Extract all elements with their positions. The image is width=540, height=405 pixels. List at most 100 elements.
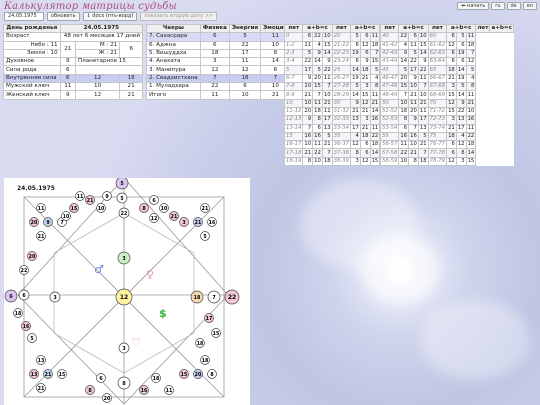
cell: 12 bbox=[359, 98, 371, 108]
cell: 16-17 bbox=[283, 140, 304, 150]
destiny-matrix-diagram: ♂ ♀ $ ♡ 12556 6 2271883322320 9 711213 21 1621… bbox=[4, 176, 240, 405]
cell bbox=[74, 65, 144, 75]
cell: 6 bbox=[302, 32, 314, 42]
table-row: 50 10 11 21 70 12 9 21 bbox=[379, 98, 514, 108]
cell: 6 bbox=[59, 73, 76, 84]
cell: 6 bbox=[350, 40, 361, 50]
cell: 66-67 bbox=[427, 73, 448, 84]
cell: 22 bbox=[398, 148, 410, 158]
cell: 5 bbox=[350, 32, 361, 42]
side-node-value: 20 bbox=[29, 254, 36, 260]
cell: 5 bbox=[398, 65, 410, 75]
cell: 15 bbox=[312, 82, 323, 92]
cell: 37-38 bbox=[331, 148, 352, 158]
cell: 7 bbox=[321, 148, 333, 158]
bg-wisp bbox=[360, 235, 440, 305]
cell: 15 bbox=[359, 90, 371, 100]
cell: 68-69 bbox=[427, 90, 448, 100]
cell: 9 bbox=[455, 98, 467, 108]
cell: 50 bbox=[379, 98, 400, 108]
update-button[interactable]: обновить bbox=[47, 12, 80, 21]
side-node-value: 17 bbox=[206, 316, 213, 322]
show-second-date-button[interactable]: показать вторую дату >> bbox=[140, 12, 218, 21]
cell: 12 bbox=[446, 156, 457, 167]
cell: 6 bbox=[398, 123, 410, 133]
cell: 8 bbox=[408, 156, 419, 167]
cell: 7 bbox=[312, 90, 323, 100]
cell: 18 bbox=[417, 156, 429, 167]
cell: 76-77 bbox=[427, 140, 448, 150]
cell: 5 bbox=[312, 65, 323, 75]
download-docx-button[interactable]: ⇓ docx (пть-ворд) bbox=[82, 12, 138, 21]
cell: 15 bbox=[446, 90, 457, 100]
cell: 5 bbox=[350, 82, 361, 92]
cell: 6. Аджна bbox=[146, 40, 201, 50]
cell: 9 bbox=[312, 48, 323, 59]
cell: 22 bbox=[465, 131, 477, 142]
cell: 65 bbox=[427, 65, 448, 75]
cell: 38-39 bbox=[331, 156, 352, 167]
cell: 8 bbox=[398, 115, 410, 125]
cell: 6 bbox=[359, 32, 371, 42]
cell: 9 bbox=[398, 48, 410, 59]
lang-en-button[interactable]: en bbox=[522, 2, 537, 10]
cell: 6 bbox=[359, 140, 371, 150]
cell: 11 bbox=[465, 90, 477, 100]
cell: 5 bbox=[417, 131, 429, 142]
cell: 11 bbox=[199, 90, 230, 100]
cell: 14 bbox=[398, 57, 410, 67]
date-input[interactable]: 24.05.1975 bbox=[4, 12, 44, 21]
cell: 11 bbox=[312, 98, 323, 108]
cell: 22 bbox=[369, 131, 381, 142]
lang-ru-button[interactable]: ru bbox=[491, 2, 505, 10]
cell: 12 bbox=[74, 90, 121, 100]
cell: 13 bbox=[455, 115, 467, 125]
cell: 9 bbox=[417, 57, 429, 67]
cell: 21 bbox=[408, 148, 419, 158]
cell: 21 bbox=[119, 82, 143, 92]
cell: 10 bbox=[398, 98, 410, 108]
right-sub-node-value: 18 bbox=[194, 295, 201, 301]
green-node-value: 3 bbox=[53, 295, 56, 301]
cell: 5 bbox=[302, 48, 314, 59]
side-node-value: 21 bbox=[87, 198, 94, 204]
cell: 7 bbox=[417, 82, 429, 92]
cell: 11 bbox=[408, 98, 419, 108]
cell: 16 bbox=[369, 115, 381, 125]
cell: 5 bbox=[369, 65, 381, 75]
cell: 16 bbox=[408, 131, 419, 142]
cell: 18 bbox=[369, 140, 381, 150]
table-row: 2. Свадхистхана 7 18 7 bbox=[146, 73, 291, 84]
cell: 43-44 bbox=[379, 57, 400, 67]
cell: 17 bbox=[408, 65, 419, 75]
cell: 3-4 bbox=[283, 57, 304, 67]
cell: 21-22 bbox=[331, 40, 352, 50]
cell: лет bbox=[427, 23, 448, 34]
cell: 7 bbox=[369, 48, 381, 59]
cell: 14 bbox=[312, 57, 323, 67]
start-button[interactable]: ⬅ начать bbox=[457, 2, 490, 10]
cell: 7 bbox=[398, 90, 410, 100]
cell: 4 bbox=[455, 131, 467, 142]
cell: 16 bbox=[312, 131, 323, 142]
table-row: 5. Вишуддха 18 17 8 bbox=[146, 48, 291, 59]
heart-icon: ♡ bbox=[131, 336, 141, 349]
cell: 18-19 bbox=[283, 156, 304, 167]
cell: 3 bbox=[446, 82, 457, 92]
cell: 12 bbox=[446, 98, 457, 108]
cell: 11 bbox=[408, 40, 419, 50]
cell: 61-62 bbox=[427, 40, 448, 50]
cell: 8 bbox=[455, 148, 467, 158]
corner-node-value: 21 bbox=[202, 206, 209, 212]
corner-node-value: 21 bbox=[38, 386, 45, 392]
cell: 15 bbox=[369, 156, 381, 167]
cell: 11 bbox=[59, 82, 76, 92]
cell: 11 bbox=[321, 106, 333, 117]
lang-de-button[interactable]: de bbox=[506, 2, 521, 10]
male-symbol-icon: ♂ bbox=[94, 263, 104, 276]
cell: 41-42 bbox=[379, 40, 400, 50]
cell: 5. Вишуддха bbox=[146, 48, 201, 59]
side-node-value: 18 bbox=[153, 376, 160, 382]
side-node-value: 21 bbox=[171, 214, 178, 220]
cell: 10 bbox=[321, 90, 333, 100]
